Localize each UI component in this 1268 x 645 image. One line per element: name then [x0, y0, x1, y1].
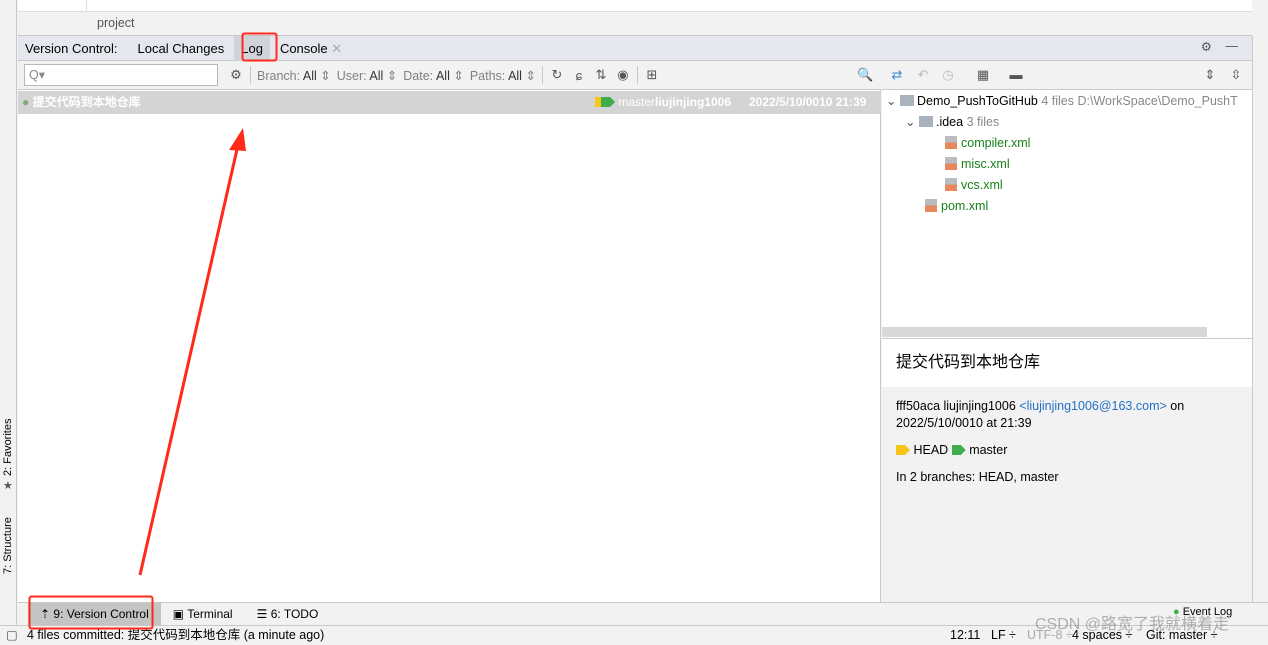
- annotation-arrow-head: [229, 128, 246, 151]
- annotation-box-version-control: [28, 595, 154, 630]
- annotation-box-log: [241, 32, 278, 62]
- annotation-arrow-shaft: [138, 144, 240, 576]
- annotation-overlay: [28, 32, 278, 630]
